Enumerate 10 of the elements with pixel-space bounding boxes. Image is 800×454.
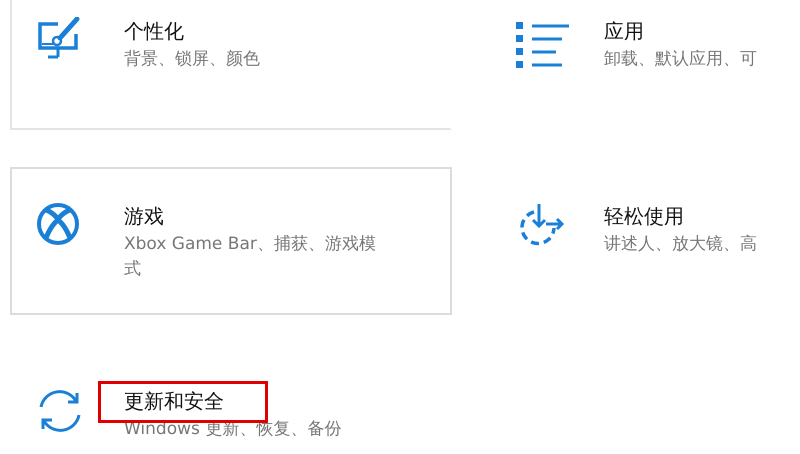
tile-title[interactable]: 应用: [604, 19, 644, 43]
tile-description: Xbox Game Bar、捕获、游戏模式: [124, 233, 377, 281]
tile-title[interactable]: 更新和安全: [124, 389, 224, 413]
tile-title[interactable]: 轻松使用: [604, 204, 684, 228]
tile-description: 背景、锁屏、颜色: [124, 48, 260, 71]
monitor-brush-icon: [36, 17, 82, 59]
tile-description: 讲述人、放大镜、高: [604, 233, 757, 256]
tile-description: 卸载、默认应用、可: [604, 48, 757, 71]
tile-title[interactable]: 个性化: [124, 19, 184, 43]
tile-title[interactable]: 游戏: [124, 204, 164, 228]
